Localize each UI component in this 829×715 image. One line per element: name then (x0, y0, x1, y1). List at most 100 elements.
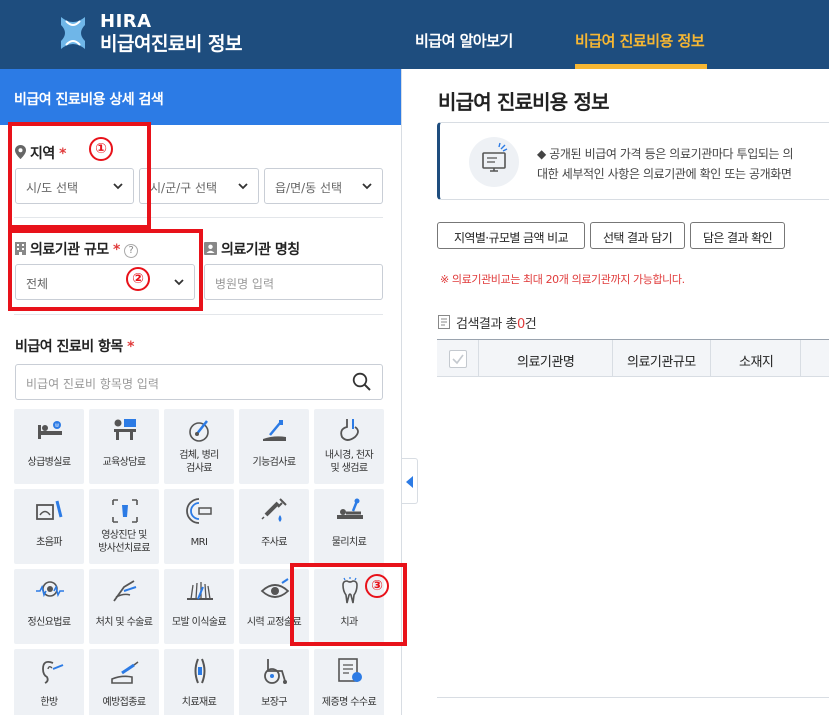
notice-icon (469, 137, 519, 187)
tile-assistive-device[interactable]: 보장구 (239, 649, 309, 715)
tile-label: MRI (190, 537, 208, 548)
tile-label: 방사선치료료 (98, 543, 150, 554)
compare-limit-warning: ※ 의료기관비교는 최대 20개 의료기관까지 가능합니다. (440, 273, 685, 286)
tile-ultrasound[interactable]: 초음파 (14, 489, 84, 564)
tile-label: 기능검사료 (252, 457, 296, 468)
notice-box: ◆ 공개된 비급여 가격 등은 의료기관마다 투입되는 의 대한 세부적인 사항… (437, 122, 829, 200)
id-card-icon (204, 242, 217, 255)
required-mark: * (127, 339, 134, 355)
tile-radiology[interactable]: 영상진단 및 방사선치료료 (89, 489, 159, 564)
tile-label: 주사료 (261, 537, 287, 548)
tile-label: 물리치료 (331, 537, 367, 548)
save-selection-button[interactable]: 선택 결과 담기 (590, 222, 685, 249)
hair-follicle-icon (187, 582, 213, 600)
document-icon (438, 315, 450, 329)
tile-psychotherapy[interactable]: 정신요법료 (14, 569, 84, 644)
tile-label: 보장구 (261, 697, 287, 708)
compare-region-size-button[interactable]: 지역별·규모별 금액 비교 (437, 222, 585, 249)
nav-noncovered-info[interactable]: 비급여 알아보기 (415, 30, 513, 51)
tile-endoscopy[interactable]: 내시경, 천자 및 생검료 (314, 409, 384, 484)
ultrasound-icon (36, 500, 63, 520)
nav-noncovered-cost[interactable]: 비급여 진료비용 정보 (575, 30, 705, 51)
tile-vaccination[interactable]: 예방접종료 (89, 649, 159, 715)
column-divider (710, 340, 711, 377)
result-count: 검색결과 총0건 (456, 313, 537, 332)
select-all-checkbox[interactable] (449, 350, 467, 368)
panel-collapse-button[interactable] (402, 458, 418, 504)
check-icon (452, 354, 464, 365)
tile-label: 정신요법료 (27, 617, 71, 628)
tile-hair-transplant[interactable]: 모발 이식술료 (164, 569, 234, 644)
tile-mri[interactable]: MRI (164, 489, 234, 564)
tile-function-test[interactable]: 기능검사료 (239, 409, 309, 484)
sigungu-select[interactable]: 시/군/구 선택 (139, 168, 259, 204)
column-divider (478, 340, 479, 377)
item-search-placeholder: 비급여 진료비 항목명 입력 (26, 377, 159, 391)
tile-oriental-medicine[interactable]: 한방 (14, 649, 84, 715)
tile-surgery[interactable]: 처치 및 수술료 (89, 569, 159, 644)
noncovered-items-label: 비급여 진료비 항목 * (15, 336, 134, 356)
tile-certificate-fee[interactable]: 제증명 수수료 (314, 649, 384, 715)
tile-label: 한방 (40, 697, 58, 708)
annotation-box-region (8, 122, 151, 229)
tile-room-charge[interactable]: W 상급병실료 (14, 409, 84, 484)
section-divider (14, 314, 383, 315)
hospital-name-input[interactable]: 병원명 입력 (204, 264, 383, 300)
tile-counseling[interactable]: 교육상담료 (89, 409, 159, 484)
tile-label: 모발 이식술료 (171, 617, 227, 628)
tile-label: 및 생검료 (330, 463, 369, 474)
stomach-icon (340, 419, 359, 441)
annotation-number-3: ③ (365, 574, 389, 598)
column-institution-name[interactable]: 의료기관명 (517, 351, 575, 370)
tile-label: 내시경, 천자 (324, 450, 374, 461)
column-location[interactable]: 소재지 (739, 351, 774, 370)
hospital-bed-icon: W (38, 421, 62, 439)
brain-wave-icon (36, 581, 64, 598)
table-bottom-border (437, 697, 829, 698)
tile-specimen-test[interactable]: 검체, 병리 검사료 (164, 409, 234, 484)
vaccine-arm-icon (111, 661, 139, 684)
tile-label: 치료재료 (181, 697, 217, 708)
logo-title[interactable]: HIRA (100, 12, 152, 32)
tile-label: 초음파 (36, 537, 62, 548)
implant-icon (194, 658, 206, 684)
scalpel-hand-icon (113, 580, 137, 602)
page-title: 비급여 진료비용 정보 (438, 90, 610, 114)
column-divider (612, 340, 613, 377)
logo-subtitle[interactable]: 비급여진료비 정보 (100, 32, 242, 56)
tile-label: 영상진단 및 (101, 530, 147, 541)
view-saved-button[interactable]: 담은 결과 확인 (690, 222, 785, 249)
eupmyeondong-select-value: 읍/면/동 선택 (275, 181, 343, 195)
tile-physical-therapy[interactable]: 물리치료 (314, 489, 384, 564)
microscope-icon (189, 420, 209, 442)
ear-acupuncture-icon (42, 660, 64, 684)
sigungu-select-value: 시/군/구 선택 (150, 181, 218, 195)
syringe-icon (261, 498, 287, 522)
column-institution-size[interactable]: 의료기관규모 (627, 351, 696, 370)
eupmyeondong-select[interactable]: 읍/면/동 선택 (264, 168, 383, 204)
tile-injection[interactable]: 주사료 (239, 489, 309, 564)
noncovered-items-label-text: 비급여 진료비 항목 (15, 339, 123, 355)
mri-icon (186, 498, 212, 524)
physical-therapy-icon (337, 498, 363, 519)
chevron-down-icon (238, 183, 248, 190)
annotation-number-2: ② (126, 267, 150, 291)
notice-line-2: 대한 세부적인 사항은 의료기관에 확인 또는 공개화면 (537, 167, 792, 181)
result-count-suffix: 건 (524, 317, 537, 332)
item-search-input[interactable]: 비급여 진료비 항목명 입력 (15, 364, 383, 400)
arm-test-icon (263, 420, 286, 441)
eye-icon (260, 578, 290, 598)
column-divider (800, 340, 801, 377)
hira-logo-icon[interactable] (58, 13, 88, 53)
annotation-box-dental (290, 563, 407, 646)
xray-icon (112, 499, 138, 523)
tile-label: 처치 및 수술료 (95, 617, 153, 628)
tile-label: 상급병실료 (27, 457, 71, 468)
tile-label: 교육상담료 (102, 457, 146, 468)
counseling-icon (114, 419, 136, 440)
search-panel-title: 비급여 진료비용 상세 검색 (0, 69, 401, 125)
search-icon[interactable] (352, 372, 372, 392)
tile-treatment-material[interactable]: 치료재료 (164, 649, 234, 715)
top-header: HIRA 비급여진료비 정보 비급여 알아보기 비급여 진료비용 정보 (0, 0, 829, 69)
institution-name-label-text: 의료기관 명칭 (221, 242, 300, 258)
